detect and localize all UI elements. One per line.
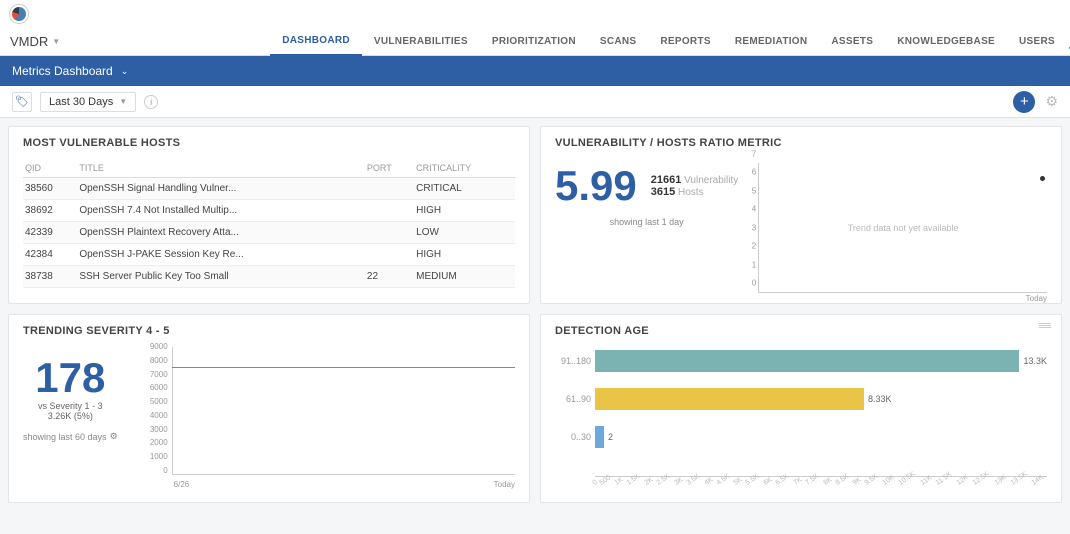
table-row[interactable]: 38738SSH Server Public Key Too Small22ME… — [23, 266, 515, 288]
card-menu-icon[interactable] — [1039, 323, 1051, 328]
tab-assets[interactable]: ASSETS — [819, 28, 885, 56]
date-range-select[interactable]: Last 30 Days ▼ — [40, 92, 136, 112]
bar[interactable] — [595, 426, 604, 448]
card-title: MOST VULNERABLE HOSTS — [23, 137, 515, 149]
card-title: VULNERABILITY / HOSTS RATIO METRIC — [555, 137, 1047, 149]
card-title: DETECTION AGE — [555, 325, 1047, 337]
col-criticality[interactable]: CRITICALITY — [414, 159, 515, 178]
card-vuln-hosts-ratio: VULNERABILITY / HOSTS RATIO METRIC 5.99 … — [540, 126, 1062, 304]
bar-row: 61..908.33K — [595, 385, 1047, 413]
severity-sub1: vs Severity 1 - 3 — [23, 401, 118, 411]
info-icon[interactable]: i — [144, 95, 158, 109]
tab-knowledgebase[interactable]: KNOWLEDGEBASE — [885, 28, 1007, 56]
chevron-down-icon[interactable]: ⌄ — [121, 66, 129, 77]
col-title[interactable]: TITLE — [77, 159, 365, 178]
detection-chart: 91..18013.3K61..908.33K0..30205001K1.5K2… — [555, 347, 1047, 492]
logo — [10, 5, 28, 23]
trend-line — [172, 367, 515, 368]
severity-value: 178 — [23, 357, 118, 399]
app-switcher[interactable]: VMDR ▼ — [10, 34, 60, 49]
card-detection-age: DETECTION AGE 91..18013.3K 61..908.33K 0..… — [540, 314, 1062, 503]
severity-chart: 01000200030004000500060007000800090006/2… — [142, 347, 515, 487]
date-range-label: Last 30 Days — [49, 96, 113, 108]
bar[interactable] — [595, 350, 1019, 372]
tab-scans[interactable]: SCANS — [588, 28, 649, 56]
tab-dashboard[interactable]: DASHBOARD — [270, 28, 362, 56]
ratio-stats: 21661 Vulnerability 3615 Hosts — [651, 174, 738, 198]
ratio-chart: Trend data not yet available Today 01234… — [758, 163, 1047, 293]
data-point — [1040, 176, 1045, 181]
severity-last: showing last 60 days⚙ — [23, 431, 118, 442]
hosts-table: QID TITLE PORT CRITICALITY 38560OpenSSH … — [23, 159, 515, 288]
card-title: TRENDING SEVERITY 4 - 5 — [23, 325, 515, 337]
table-row[interactable]: 42339OpenSSH Plaintext Recovery Atta...L… — [23, 222, 515, 244]
card-trending-severity: TRENDING SEVERITY 4 - 5 178 vs Severity … — [8, 314, 530, 503]
ratio-value: 5.99 — [555, 165, 637, 207]
table-row[interactable]: 42384OpenSSH J-PAKE Session Key Re...HIG… — [23, 244, 515, 266]
x-label-end: Today — [1026, 292, 1047, 303]
tab-prioritization[interactable]: PRIORITIZATION — [480, 28, 588, 56]
chevron-down-icon: ▼ — [119, 97, 127, 106]
gear-icon[interactable]: ⚙ — [110, 431, 118, 442]
table-row[interactable]: 38692OpenSSH 7.4 Not Installed Multip...… — [23, 200, 515, 222]
tab-reports[interactable]: REPORTS — [648, 28, 722, 56]
table-row[interactable]: 38560OpenSSH Signal Handling Vulner...CR… — [23, 178, 515, 200]
tag-icon[interactable]: 🏷 — [12, 92, 32, 112]
add-button[interactable]: + — [1013, 91, 1035, 113]
tab-vulnerabilities[interactable]: VULNERABILITIES — [362, 28, 480, 56]
gear-icon[interactable]: ⚙ — [1045, 93, 1058, 110]
bar[interactable] — [595, 388, 864, 410]
col-port[interactable]: PORT — [365, 159, 414, 178]
card-most-vulnerable-hosts: MOST VULNERABLE HOSTS QID TITLE PORT CRI… — [8, 126, 530, 304]
breadcrumb-bar: Metrics Dashboard ⌄ — [0, 56, 1070, 86]
severity-sub2: 3.26K (5%) — [23, 411, 118, 421]
dashboard-title: Metrics Dashboard — [12, 64, 113, 78]
ratio-subtext: showing last 1 day — [555, 217, 738, 227]
main-nav: DASHBOARD VULNERABILITIES PRIORITIZATION… — [270, 28, 1067, 56]
brand-label: VMDR — [10, 34, 48, 49]
tab-remediation[interactable]: REMEDIATION — [723, 28, 820, 56]
bar-row: 91..18013.3K — [595, 347, 1047, 375]
trend-placeholder: Trend data not yet available — [848, 223, 959, 233]
tab-users[interactable]: USERS — [1007, 28, 1067, 56]
chevron-down-icon: ▼ — [52, 37, 60, 46]
bar-row: 0..302 — [595, 423, 1047, 451]
col-qid[interactable]: QID — [23, 159, 77, 178]
